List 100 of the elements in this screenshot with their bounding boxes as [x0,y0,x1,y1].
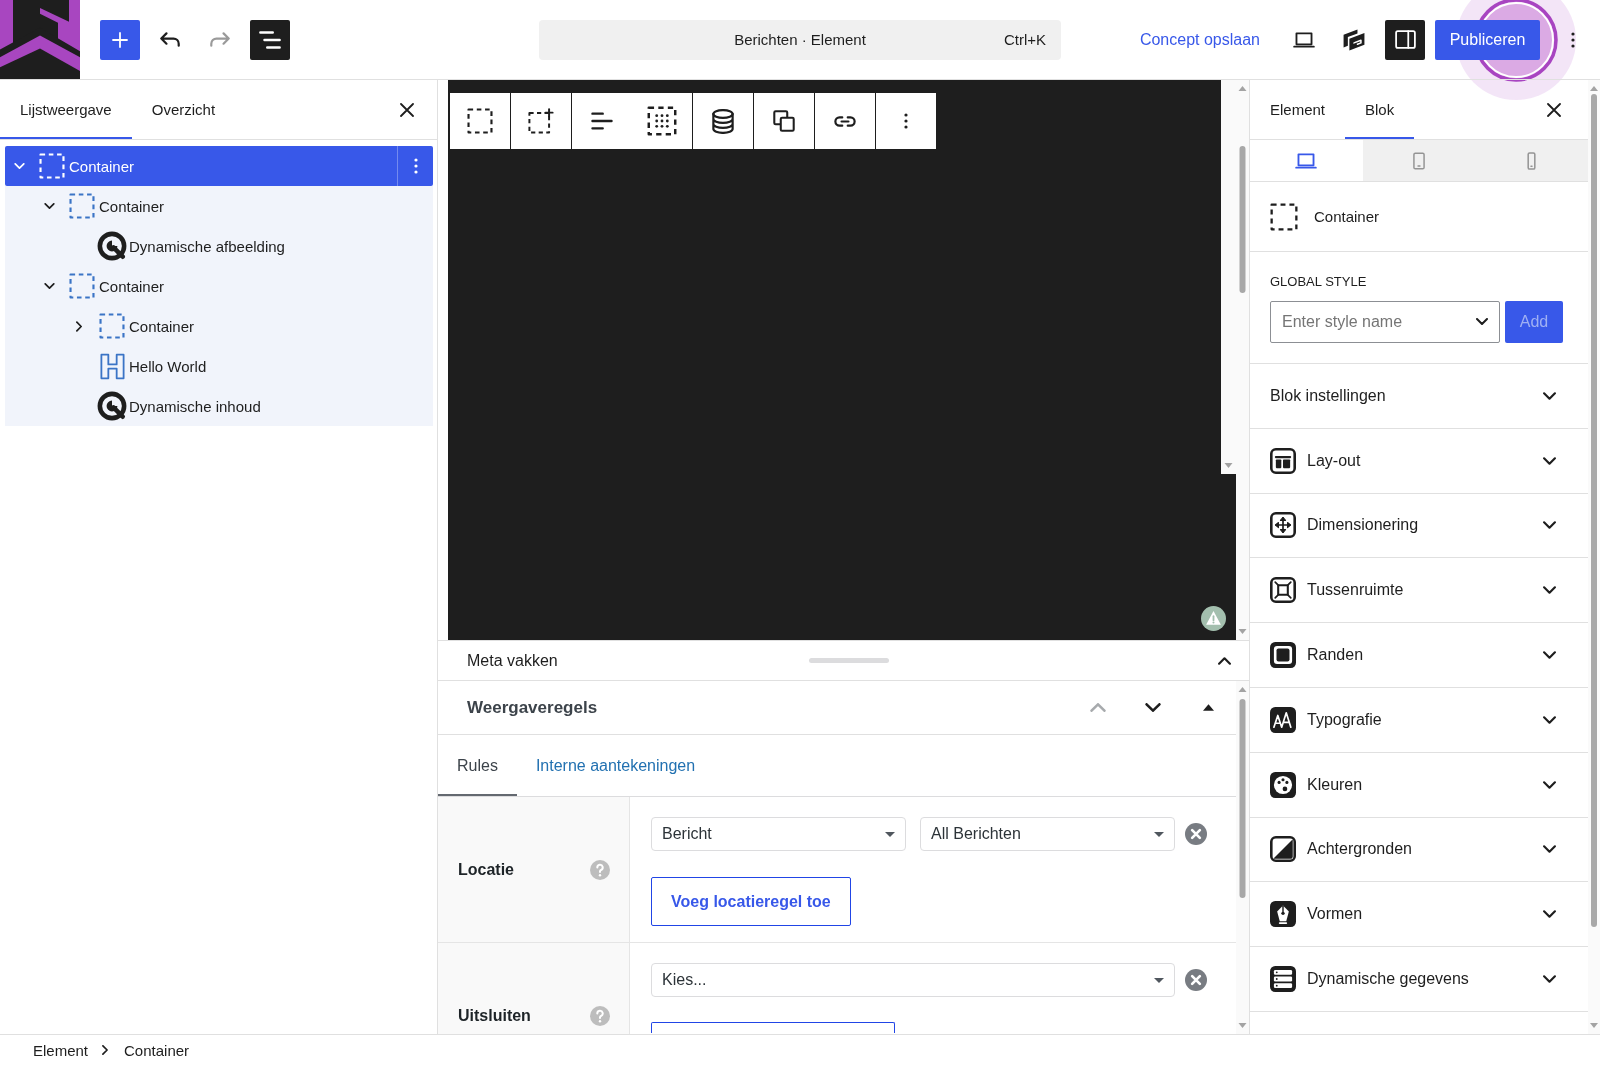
tree-item[interactable]: Container [5,186,433,226]
kebab-icon[interactable] [904,113,908,129]
sidebar-icon[interactable] [1394,30,1416,49]
dashed-square-plus-icon[interactable] [528,108,554,134]
chevron-down-icon[interactable] [1543,391,1556,400]
chevron-right-icon [102,1045,109,1055]
style-name-field[interactable]: Enter style name [1270,301,1500,343]
drag-handle[interactable] [809,658,889,663]
swirl-circle-icon [97,231,127,261]
chevron-down-icon[interactable] [1543,780,1556,789]
panel-tab[interactable]: Interne aantekeningen [516,735,715,796]
resize-arrows-icon [1270,512,1296,539]
document-title: Berichten · Element [734,31,866,48]
chevron-down-icon[interactable] [1543,651,1556,660]
chevron-down-icon[interactable] [1543,910,1556,919]
dotted-grid-icon[interactable] [647,106,677,136]
chevron-down-icon[interactable] [1543,715,1556,724]
tree-item[interactable]: Hello World [5,346,433,386]
command-bar[interactable]: Berichten · Element Ctrl+K [539,19,1061,60]
chevron-down-icon[interactable] [1543,456,1556,465]
save-draft-link[interactable]: Concept opslaan [1127,19,1272,60]
laptop-icon[interactable] [1293,31,1315,48]
kebab-icon[interactable] [1571,31,1575,48]
add-block-button[interactable] [100,19,140,60]
copy-icon[interactable] [773,110,795,132]
settings-section[interactable]: Lay-out [1250,428,1588,494]
pen-nib-icon [1270,901,1296,928]
database-icon[interactable] [712,108,734,134]
global-style-label: GLOBAL STYLE [1270,274,1368,289]
dashed-square-icon [69,193,95,219]
link-icon[interactable] [834,115,856,127]
tree-item[interactable]: Dynamische inhoud [5,386,433,426]
half-filled-square-icon [1270,836,1296,863]
add-rule-button[interactable]: Voeg locatieregel toe [651,877,851,926]
undo-icon[interactable] [160,32,180,47]
panel-tab[interactable]: Lijstweergave [0,80,132,139]
list-icon[interactable] [259,30,281,49]
tree-item[interactable]: Container [5,306,433,346]
chevron-down-icon[interactable] [1543,586,1556,595]
align-left-icon[interactable] [591,112,613,130]
warning-icon [1201,606,1226,631]
chevron-up-icon[interactable] [1218,656,1231,665]
select-dropdown[interactable]: Kies... [651,963,1175,997]
panel-title: Weergaveregels [467,697,598,718]
close-icon[interactable] [1547,102,1561,117]
dashed-square-icon [99,313,125,339]
settings-section[interactable]: Randen [1250,623,1588,688]
chevron-down-icon[interactable] [1543,845,1556,854]
chevron-down-icon[interactable] [1543,975,1556,984]
sidebar-tab[interactable]: Element [1250,80,1346,139]
dashed-square-icon [69,273,95,299]
caret-down-icon [885,831,895,837]
palette-icon [1270,771,1296,798]
panel-tab[interactable]: Overzicht [131,80,236,139]
settings-section[interactable]: Achtergronden [1250,817,1588,883]
settings-section[interactable]: Dimensionering [1250,493,1588,559]
phone-icon[interactable] [1527,151,1537,170]
rule-label: Locatie [458,860,514,879]
close-icon[interactable] [400,102,414,117]
x-circle-icon[interactable] [1185,969,1207,991]
border-icon [1270,642,1296,669]
settings-section[interactable]: Dynamische gegevens [1250,947,1588,1012]
block-name: Container [1314,208,1380,225]
breadcrumb-link[interactable]: Element [33,1035,89,1065]
settings-section[interactable]: Vormen [1250,882,1588,948]
publish-button[interactable]: Publiceren [1435,19,1540,60]
settings-section[interactable]: Typografie [1250,688,1588,753]
partial-button[interactable] [651,1022,895,1033]
x-circle-icon[interactable] [1185,823,1207,845]
chevron-right-icon[interactable] [76,320,82,332]
tablet-icon[interactable] [1413,151,1425,170]
brand-logo[interactable] [0,0,80,79]
meta-boxes-title: Meta vakken [467,651,558,670]
dashed-square-icon[interactable] [467,108,493,134]
chevron-down-icon[interactable] [43,283,55,289]
select-dropdown[interactable]: All Berichten [920,817,1175,851]
spacing-icon [1270,577,1296,604]
list-view-button[interactable] [250,19,290,60]
caret-down-icon [1154,831,1164,837]
select-dropdown[interactable]: Bericht [651,817,906,851]
chevron-down-icon[interactable] [1476,318,1488,325]
stacked-panels-icon[interactable] [1343,28,1365,51]
settings-section[interactable]: Tussenruimte [1250,558,1588,624]
typography-icon [1270,706,1296,733]
plus-icon[interactable] [112,31,128,48]
layout-icon [1270,447,1296,474]
chevron-down-icon[interactable] [1543,521,1556,530]
tree-item[interactable]: Container [5,266,433,306]
scrollbar[interactable] [1221,80,1236,474]
settings-button[interactable] [1385,19,1425,60]
settings-section[interactable]: Kleuren [1250,752,1588,818]
tree-item[interactable]: Dynamische afbeelding [5,226,433,266]
panel-tab[interactable]: Rules [438,735,517,796]
caret-down-icon [1154,977,1164,983]
triangle-up-icon[interactable] [1202,704,1214,711]
sidebar-tab[interactable]: Blok [1345,80,1415,139]
chevron-down-icon[interactable] [43,203,55,209]
chevron-down-icon[interactable] [1145,703,1161,712]
breadcrumb-link[interactable]: Container [124,1035,190,1065]
swirl-circle-icon [97,391,127,421]
